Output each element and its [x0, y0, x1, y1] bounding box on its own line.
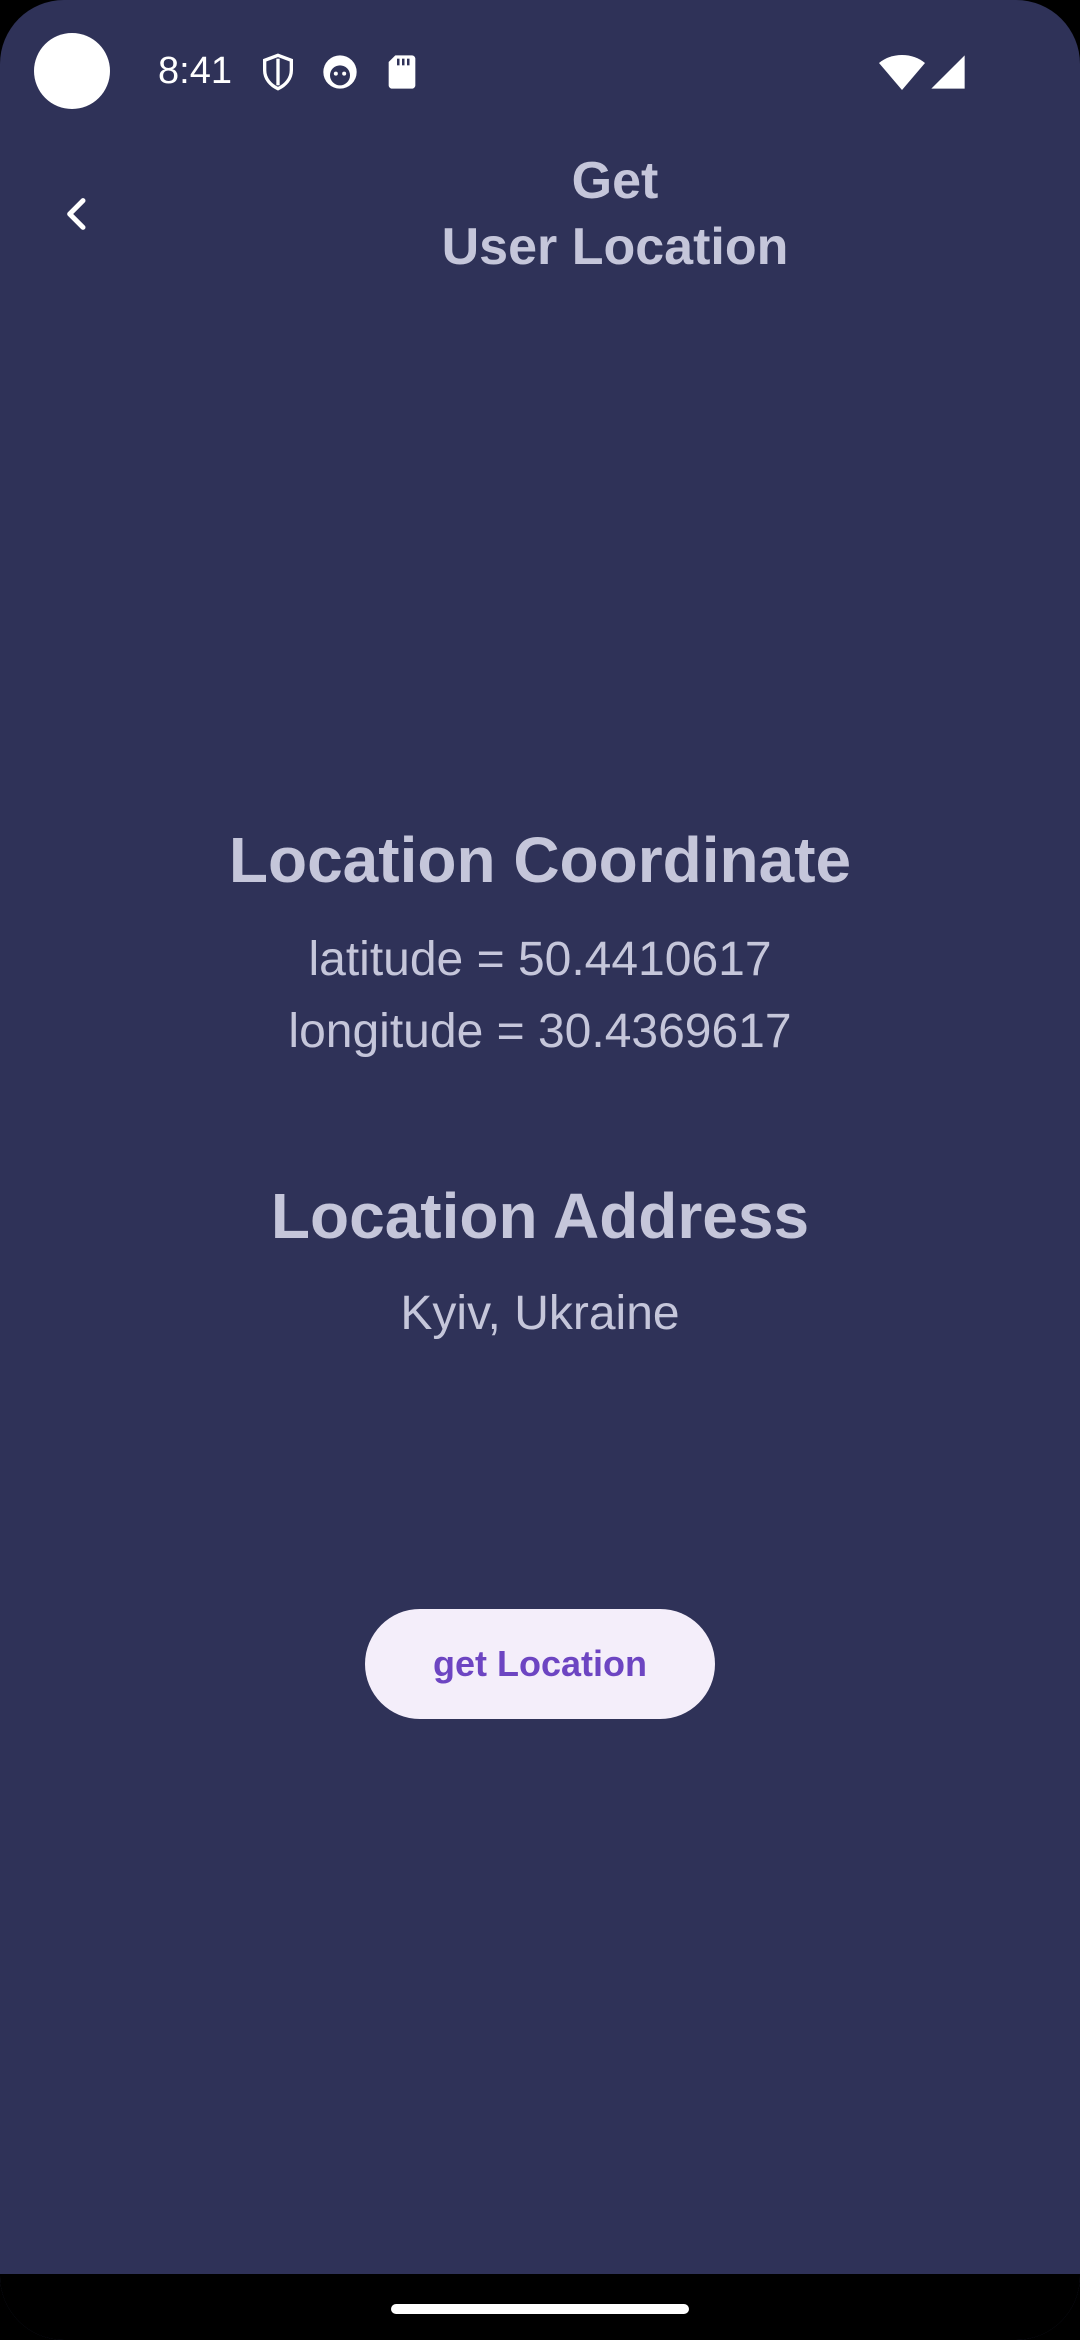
latitude-text: latitude = 50.4410617 [308, 933, 772, 986]
back-button[interactable] [44, 180, 112, 248]
coordinates-heading: Location Coordinate [228, 824, 852, 896]
address-value: Kyiv, Ukraine [400, 1287, 680, 1340]
get-location-button[interactable]: get Location [365, 1609, 715, 1719]
status-bar: 8:41 [0, 0, 1080, 140]
shield-icon [258, 52, 298, 92]
robot-face-icon [320, 52, 360, 92]
status-time: 8:41 [158, 50, 232, 92]
app-bar: Get User Location [0, 140, 1080, 300]
address-heading: Location Address [270, 1180, 810, 1252]
longitude-text: longitude = 30.4369617 [288, 1005, 792, 1058]
home-indicator[interactable] [391, 2304, 689, 2314]
signal-icon [928, 52, 968, 92]
app-screen: 8:41 Get User Location Location Coordina… [0, 0, 1080, 2340]
page-title-line1: Get [571, 152, 659, 210]
sd-card-icon [382, 52, 422, 92]
location-content: Location Coordinate latitude = 50.441061… [0, 820, 1080, 1350]
coordinates-values: latitude = 50.4410617 longitude = 30.436… [0, 924, 1080, 1068]
page-title: Get User Location [400, 148, 830, 280]
page-title-line2: User Location [441, 218, 789, 276]
camera-cutout [34, 33, 110, 109]
chevron-left-icon [67, 198, 86, 230]
navigation-bar [0, 2274, 1080, 2340]
wifi-icon [878, 52, 926, 92]
